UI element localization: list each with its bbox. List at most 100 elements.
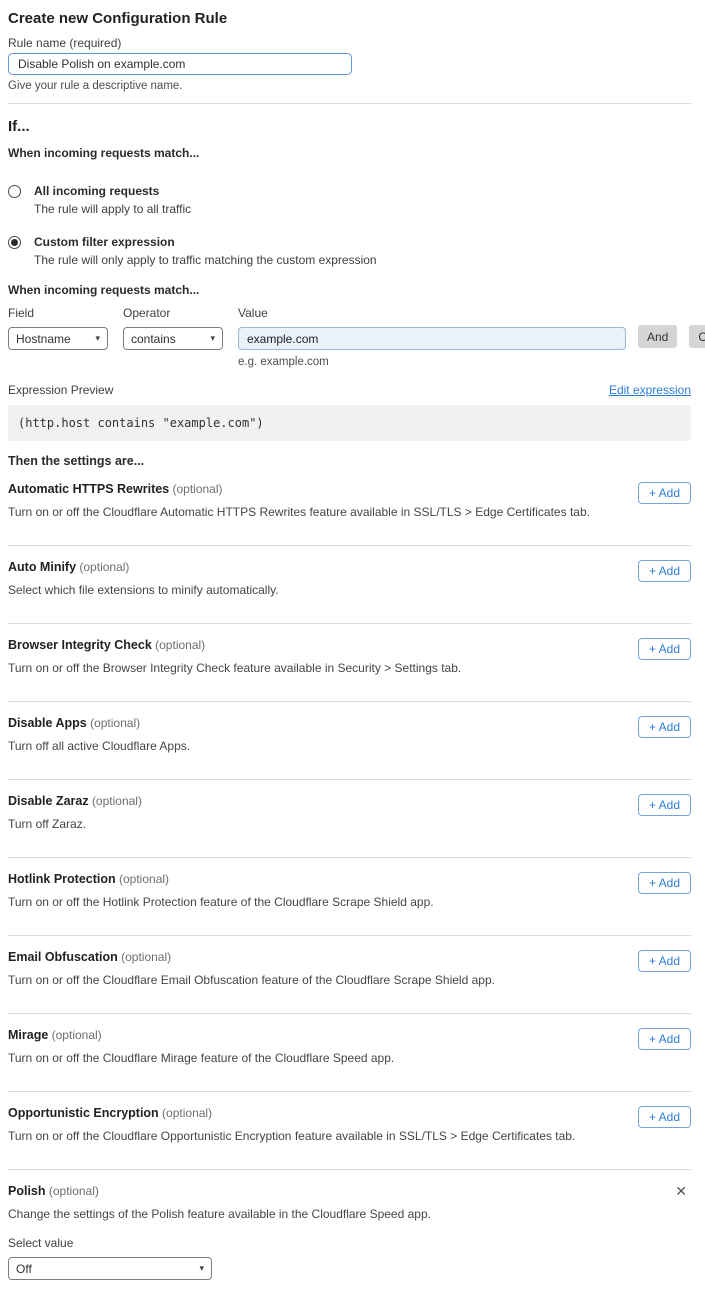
setting-head: Disable Apps (optional) [8, 716, 691, 730]
polish-value-select[interactable]: Off ▾ [8, 1257, 212, 1280]
setting-description: Turn off all active Cloudflare Apps. [8, 739, 691, 753]
setting-optional: (optional) [119, 872, 169, 886]
setting-row: Browser Integrity Check (optional) Turn … [8, 624, 691, 702]
setting-optional: (optional) [162, 1106, 212, 1120]
setting-head: Automatic HTTPS Rewrites (optional) [8, 482, 691, 496]
setting-optional: (optional) [92, 794, 142, 808]
setting-title: Opportunistic Encryption [8, 1106, 159, 1120]
connector-buttons: And Or [626, 306, 705, 348]
section-divider [8, 103, 691, 104]
create-configuration-rule-form: Create new Configuration Rule Rule name … [0, 0, 705, 1300]
setting-row: Automatic HTTPS Rewrites (optional) Turn… [8, 468, 691, 546]
add-setting-button[interactable]: + Add [638, 560, 691, 582]
setting-head: Polish (optional) [8, 1184, 691, 1198]
radio-description: The rule will only apply to traffic matc… [34, 253, 377, 267]
setting-description: Turn on or off the Browser Integrity Che… [8, 661, 691, 675]
value-label: Value [238, 306, 626, 320]
match-label: When incoming requests match... [8, 146, 691, 160]
setting-title: Mirage [8, 1028, 48, 1042]
expression-builder: Field Hostname ▾ Operator contains ▾ Val… [8, 306, 691, 368]
radio-text: All incoming requests The rule will appl… [34, 184, 191, 216]
radio-icon[interactable] [8, 236, 21, 249]
setting-description: Select which file extensions to minify a… [8, 583, 691, 597]
chevron-down-icon: ▾ [95, 333, 100, 344]
expression-preview-code: (http.host contains "example.com") [8, 405, 691, 441]
field-column: Field Hostname ▾ [8, 306, 108, 350]
setting-description: Turn on or off the Cloudflare Mirage fea… [8, 1051, 691, 1065]
builder-heading: When incoming requests match... [8, 283, 691, 297]
expression-preview-label: Expression Preview [8, 383, 113, 397]
add-setting-button[interactable]: + Add [638, 872, 691, 894]
rule-name-group: Rule name (required) Give your rule a de… [8, 36, 691, 92]
setting-head: Hotlink Protection (optional) [8, 872, 691, 886]
setting-optional: (optional) [79, 560, 129, 574]
setting-row: Disable Zaraz (optional) Turn off Zaraz.… [8, 780, 691, 858]
setting-optional: (optional) [121, 950, 171, 964]
setting-row: Opportunistic Encryption (optional) Turn… [8, 1092, 691, 1170]
settings-list: Automatic HTTPS Rewrites (optional) Turn… [8, 468, 691, 1170]
setting-row: Email Obfuscation (optional) Turn on or … [8, 936, 691, 1014]
value-column: Value e.g. example.com [238, 306, 626, 368]
radio-option[interactable]: All incoming requests The rule will appl… [8, 184, 691, 216]
setting-description: Turn on or off the Cloudflare Automatic … [8, 505, 691, 519]
value-input[interactable] [238, 327, 626, 350]
setting-title: Automatic HTTPS Rewrites [8, 482, 169, 496]
field-select-value: Hostname [16, 332, 71, 346]
request-match-radio-group: All incoming requests The rule will appl… [8, 184, 691, 267]
setting-optional: (optional) [52, 1028, 102, 1042]
operator-column: Operator contains ▾ [123, 306, 223, 350]
setting-optional: (optional) [49, 1184, 99, 1198]
rule-name-help: Give your rule a descriptive name. [8, 80, 691, 92]
operator-label: Operator [123, 306, 223, 320]
or-button[interactable]: Or [689, 325, 705, 348]
setting-description: Turn on or off the Cloudflare Opportunis… [8, 1129, 691, 1143]
setting-description: Change the settings of the Polish featur… [8, 1207, 691, 1221]
setting-title: Disable Zaraz [8, 794, 89, 808]
radio-icon[interactable] [8, 185, 21, 198]
setting-title: Hotlink Protection [8, 872, 116, 886]
page-title: Create new Configuration Rule [8, 10, 691, 27]
operator-select-value: contains [131, 332, 176, 346]
setting-head: Disable Zaraz (optional) [8, 794, 691, 808]
setting-row: Hotlink Protection (optional) Turn on or… [8, 858, 691, 936]
setting-title: Auto Minify [8, 560, 76, 574]
setting-row-polish: Polish (optional) ✕ Change the settings … [8, 1170, 691, 1284]
add-setting-button[interactable]: + Add [638, 950, 691, 972]
radio-label: Custom filter expression [34, 235, 377, 249]
radio-option[interactable]: Custom filter expression The rule will o… [8, 235, 691, 267]
select-value-label: Select value [8, 1236, 691, 1250]
close-icon[interactable]: ✕ [673, 1182, 689, 1200]
add-setting-button[interactable]: + Add [638, 716, 691, 738]
setting-optional: (optional) [155, 638, 205, 652]
setting-description: Turn on or off the Cloudflare Email Obfu… [8, 973, 691, 987]
add-setting-button[interactable]: + Add [638, 638, 691, 660]
value-hint: e.g. example.com [238, 356, 626, 368]
field-select[interactable]: Hostname ▾ [8, 327, 108, 350]
setting-title: Email Obfuscation [8, 950, 118, 964]
polish-select-value: Off [16, 1262, 32, 1276]
if-heading: If... [8, 118, 691, 135]
setting-head: Email Obfuscation (optional) [8, 950, 691, 964]
field-label: Field [8, 306, 108, 320]
rule-name-input[interactable] [8, 53, 352, 75]
rule-name-label: Rule name (required) [8, 36, 691, 50]
setting-row: Disable Apps (optional) Turn off all act… [8, 702, 691, 780]
radio-description: The rule will apply to all traffic [34, 202, 191, 216]
and-button[interactable]: And [638, 325, 677, 348]
setting-description: Turn on or off the Hotlink Protection fe… [8, 895, 691, 909]
edit-expression-link[interactable]: Edit expression [609, 383, 691, 397]
setting-row: Mirage (optional) Turn on or off the Clo… [8, 1014, 691, 1092]
setting-title: Browser Integrity Check [8, 638, 152, 652]
chevron-down-icon: ▾ [210, 333, 215, 344]
operator-select[interactable]: contains ▾ [123, 327, 223, 350]
add-setting-button[interactable]: + Add [638, 1028, 691, 1050]
setting-head: Opportunistic Encryption (optional) [8, 1106, 691, 1120]
add-setting-button[interactable]: + Add [638, 482, 691, 504]
radio-label: All incoming requests [34, 184, 191, 198]
setting-head: Browser Integrity Check (optional) [8, 638, 691, 652]
expression-preview-row: Expression Preview Edit expression [8, 383, 691, 397]
add-setting-button[interactable]: + Add [638, 794, 691, 816]
add-setting-button[interactable]: + Add [638, 1106, 691, 1128]
then-heading: Then the settings are... [8, 454, 691, 468]
chevron-down-icon: ▾ [199, 1263, 204, 1274]
